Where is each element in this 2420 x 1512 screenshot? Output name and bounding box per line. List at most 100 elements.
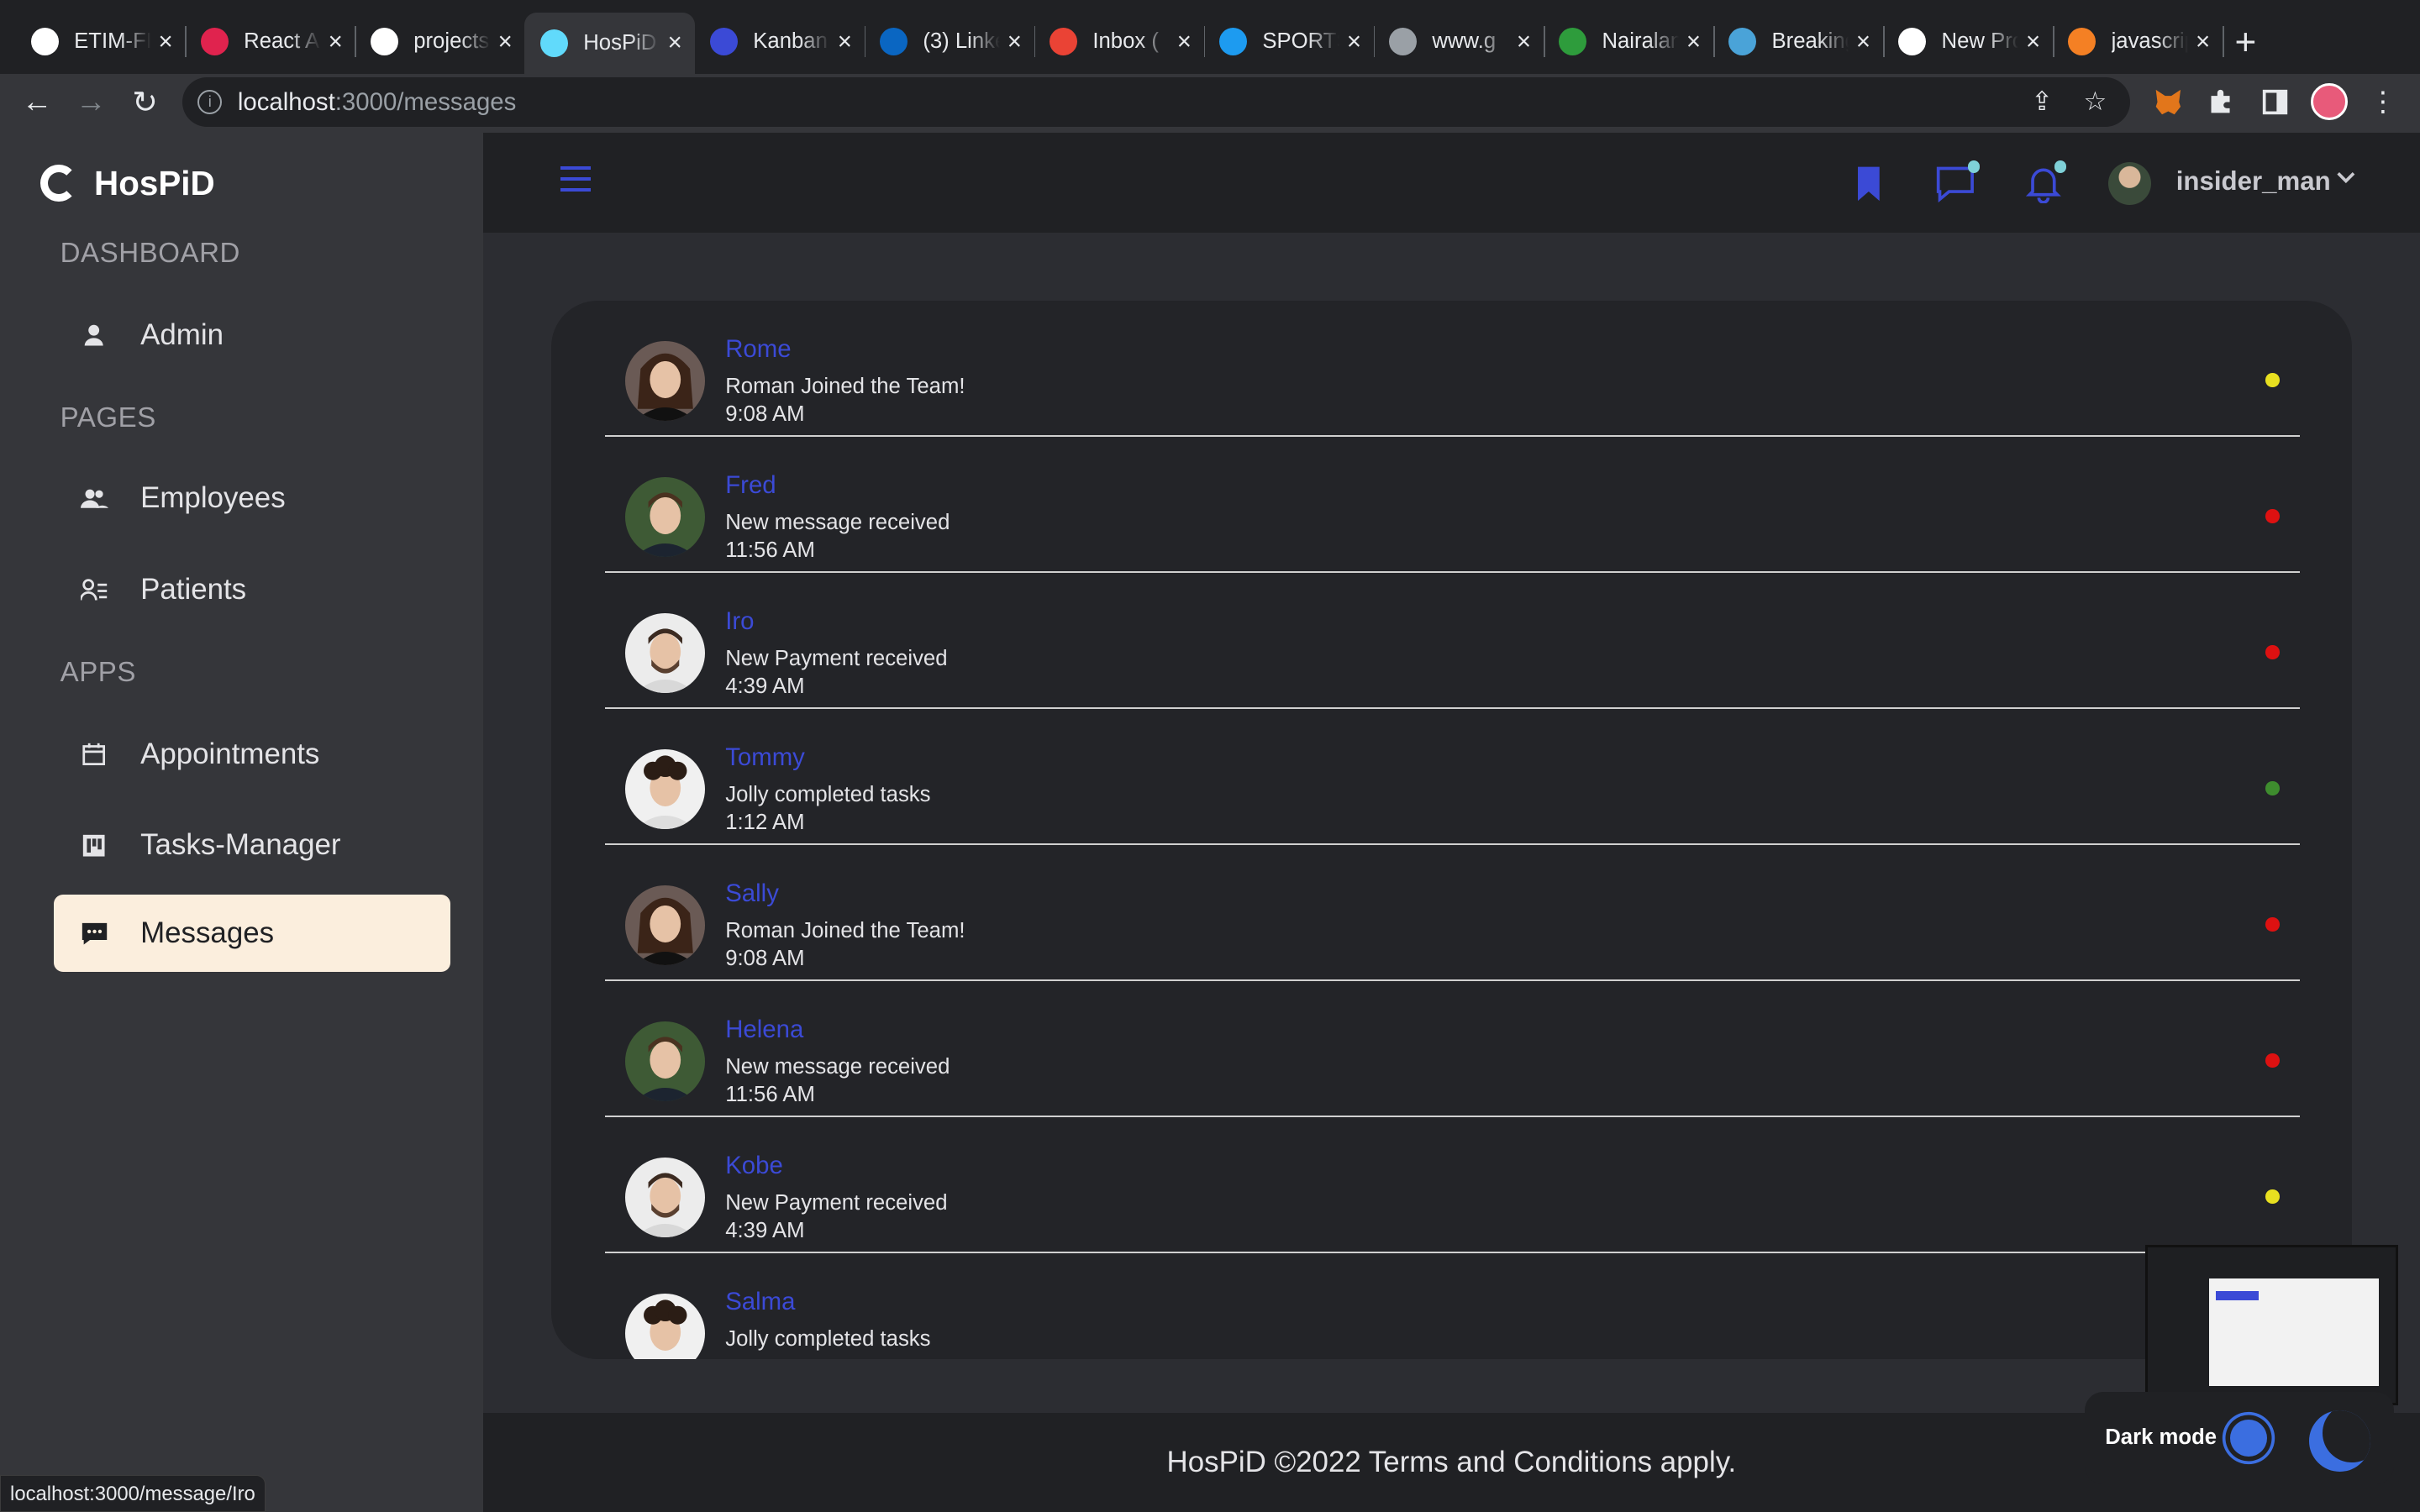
tab-close-icon[interactable]: × xyxy=(2196,28,2210,56)
user-avatar[interactable] xyxy=(2107,161,2152,206)
breaking-icon xyxy=(1728,28,1757,56)
sender-name[interactable]: Helena xyxy=(725,1016,803,1044)
tab-close-icon[interactable]: × xyxy=(1177,28,1192,56)
tab-close-icon[interactable]: × xyxy=(2026,28,2040,56)
username[interactable]: insider_man xyxy=(2176,166,2331,197)
site-info-icon[interactable]: i xyxy=(197,89,223,114)
bookmark-icon[interactable] xyxy=(1849,164,1889,204)
messages-panel: Rome Roman Joined the Team! 9:08 AM Fred New… xyxy=(550,301,2353,1360)
sidebar-item-admin[interactable]: Admin xyxy=(54,297,450,374)
avatar xyxy=(624,748,706,830)
brand[interactable]: HosPiD xyxy=(39,164,215,203)
twitter-icon xyxy=(1218,28,1248,56)
chat-bubble-icon xyxy=(81,920,108,948)
share-icon[interactable]: ⇪ xyxy=(2031,87,2053,117)
message-row[interactable]: Tommy Jolly completed tasks 1:12 AM xyxy=(604,709,2300,845)
message-row[interactable]: Salma Jolly completed tasks xyxy=(605,1253,2300,1360)
top-navbar: insider_man xyxy=(482,132,2420,234)
browser-tab-strip: ETIM-FI×React App×projects×HosPiD×Kanban… xyxy=(0,0,2420,75)
sender-name[interactable]: Kobe xyxy=(725,1152,783,1180)
status-dot xyxy=(2265,373,2280,387)
tab-close-icon[interactable]: × xyxy=(329,28,343,56)
screen-preview-thumbnail[interactable] xyxy=(2145,1245,2399,1406)
message-row[interactable]: Kobe New Payment received 4:39 AM xyxy=(604,1117,2300,1253)
browser-tab[interactable]: React App × xyxy=(185,14,357,70)
tab-close-icon[interactable]: × xyxy=(498,28,513,56)
browser-tab[interactable]: New Project × xyxy=(1883,14,2054,70)
browser-tab[interactable]: Nairaland × xyxy=(1544,14,1715,70)
profile-avatar-icon[interactable] xyxy=(2310,83,2348,121)
sender-name[interactable]: Tommy xyxy=(725,743,805,772)
tab-close-icon[interactable]: × xyxy=(838,28,852,56)
side-panel-icon[interactable] xyxy=(2256,83,2293,120)
sidebar-item-patients[interactable]: Patients xyxy=(54,551,450,628)
sidebar-item-appointments[interactable]: Appointments xyxy=(54,716,450,793)
sidebar-item-tasks-manager[interactable]: Tasks-Manager xyxy=(54,807,450,885)
linkedin-icon xyxy=(879,28,908,56)
sidebar-item-messages[interactable]: Messages xyxy=(54,895,451,973)
hamburger-menu-icon[interactable] xyxy=(560,166,592,194)
back-button[interactable]: ← xyxy=(18,83,55,120)
tab-title: New Project xyxy=(1941,29,2019,54)
tab-title: javascript xyxy=(2111,29,2189,54)
browser-toolbar: ← → ↻ i localhost:3000/messages ⇪ ☆ xyxy=(0,74,2420,130)
tab-close-icon[interactable]: × xyxy=(1686,28,1701,56)
browser-tab[interactable]: javascript × xyxy=(2053,14,2224,70)
message-row[interactable]: Iro New Payment received 4:39 AM xyxy=(604,573,2300,709)
tab-close-icon[interactable]: × xyxy=(668,29,682,57)
message-row[interactable]: Helena New message received 11:56 AM xyxy=(604,981,2300,1117)
browser-tab[interactable]: ETIM-FI × xyxy=(15,14,187,70)
metamask-extension-icon[interactable] xyxy=(2150,83,2187,120)
moon-icon[interactable] xyxy=(2308,1410,2371,1473)
browser-tab[interactable]: HosPiD × xyxy=(524,12,695,75)
hospid-logo-icon xyxy=(39,165,77,202)
bookmark-star-icon[interactable]: ☆ xyxy=(2084,87,2107,117)
sender-name[interactable]: Rome xyxy=(725,335,791,364)
sender-name[interactable]: Fred xyxy=(725,471,776,500)
browser-tab[interactable]: Inbox (× xyxy=(1034,14,1206,70)
footer-text: HosPiD ©2022 Terms and Conditions apply. xyxy=(1166,1446,1737,1479)
new-tab-button[interactable]: + xyxy=(2235,22,2257,64)
tab-close-icon[interactable]: × xyxy=(1347,28,1361,56)
browser-tab[interactable]: Kanban × xyxy=(695,14,866,70)
dark-mode-toggle[interactable]: Dark mode xyxy=(2085,1391,2394,1484)
sidebar: HosPiD DASHBOARD Admin PAGES Employees P… xyxy=(0,132,483,1512)
browser-tab[interactable]: SPORTS × xyxy=(1204,14,1376,70)
browser-tab[interactable]: projects × xyxy=(355,14,524,70)
tab-close-icon[interactable]: × xyxy=(1856,28,1870,56)
tab-close-icon[interactable]: × xyxy=(1517,28,1531,56)
message-time: 11:56 AM xyxy=(725,538,815,563)
sender-name[interactable]: Salma xyxy=(725,1288,795,1316)
url-path: :3000/messages xyxy=(334,87,517,116)
message-row[interactable]: Fred New message received 11:56 AM xyxy=(604,437,2300,573)
tab-title: Nairaland xyxy=(1602,29,1679,54)
bell-notification-dot xyxy=(2054,160,2067,173)
browser-tab[interactable]: Breaking × xyxy=(1713,14,1885,70)
message-text: New message received xyxy=(725,1055,950,1079)
message-row[interactable]: Rome Roman Joined the Team! 9:08 AM xyxy=(604,301,2300,437)
sun-icon[interactable] xyxy=(2230,1419,2268,1457)
tab-title: SPORTS xyxy=(1262,29,1339,54)
browser-tab[interactable]: (3) LinkedIn × xyxy=(865,14,1036,70)
reload-button[interactable]: ↻ xyxy=(127,83,164,120)
chevron-down-icon[interactable] xyxy=(2335,166,2357,195)
status-dot xyxy=(2265,509,2280,523)
sender-name[interactable]: Sally xyxy=(725,879,779,908)
sidebar-item-label: Patients xyxy=(140,572,247,606)
url-host: localhost xyxy=(237,87,335,116)
nairaland-icon xyxy=(1559,28,1587,56)
tab-close-icon[interactable]: × xyxy=(159,28,173,56)
sidebar-item-employees[interactable]: Employees xyxy=(54,459,450,537)
sender-name[interactable]: Iro xyxy=(725,607,754,636)
forward-button[interactable]: → xyxy=(72,83,109,120)
tab-close-icon[interactable]: × xyxy=(1007,28,1022,56)
address-bar[interactable]: i localhost:3000/messages ⇪ ☆ xyxy=(182,76,2130,127)
browser-menu-icon[interactable]: ⋮ xyxy=(2365,83,2402,120)
extensions-puzzle-icon[interactable] xyxy=(2202,83,2239,120)
message-row[interactable]: Sally Roman Joined the Team! 9:08 AM xyxy=(604,845,2300,981)
section-dashboard: DASHBOARD xyxy=(60,237,240,269)
sidebar-item-label: Appointments xyxy=(140,738,320,771)
browser-tab[interactable]: www.g × xyxy=(1374,14,1545,70)
message-text: New Payment received xyxy=(725,1191,948,1215)
tab-title: projects xyxy=(413,29,490,54)
